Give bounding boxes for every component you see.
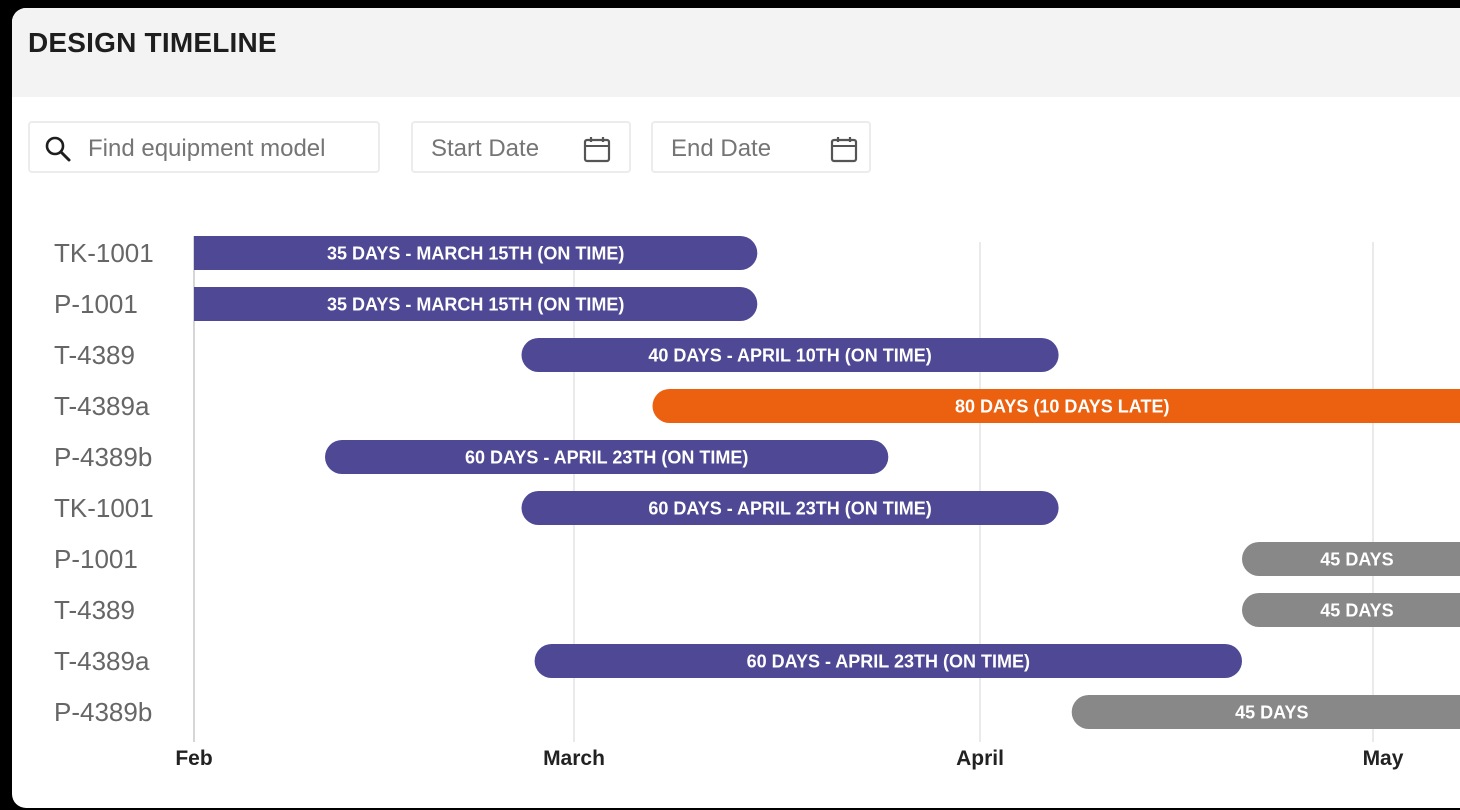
row-label: TK-1001 xyxy=(54,493,154,523)
row-label: P-1001 xyxy=(54,544,138,574)
bar-label: 80 DAYS (10 DAYS LATE) xyxy=(955,397,1169,417)
timeline-chart: Feb March April May TK-1001 35 DAYS - MARCH 1… xyxy=(54,236,1460,770)
row-label: T-4389 xyxy=(54,595,135,625)
axis-tick-label: March xyxy=(543,747,605,770)
row-label: T-4389a xyxy=(54,646,150,676)
axis-tick-label: Feb xyxy=(175,747,212,770)
bar-label: 60 DAYS - APRIL 23TH (ON TIME) xyxy=(747,652,1030,672)
bar-label: 35 DAYS - MARCH 15TH (ON TIME) xyxy=(327,295,624,315)
axis-tick-label: May xyxy=(1363,747,1404,770)
row-label: P-4389b xyxy=(54,697,152,727)
row-label: T-4389a xyxy=(54,391,150,421)
bar-label: 35 DAYS - MARCH 15TH (ON TIME) xyxy=(327,244,624,264)
bar-label: 45 DAYS xyxy=(1320,601,1393,621)
row-label: P-4389b xyxy=(54,442,152,472)
design-timeline-panel: DESIGN TIMELINE Find equipment model Sta… xyxy=(12,8,1460,808)
row-label: TK-1001 xyxy=(54,238,154,268)
bar-label: 45 DAYS xyxy=(1320,550,1393,570)
row-label: T-4389 xyxy=(54,340,135,370)
bar-label: 60 DAYS - APRIL 23TH (ON TIME) xyxy=(648,499,931,519)
bar-label: 40 DAYS - APRIL 10TH (ON TIME) xyxy=(648,346,931,366)
bar-label: 60 DAYS - APRIL 23TH (ON TIME) xyxy=(465,448,748,468)
axis-tick-label: April xyxy=(956,747,1004,770)
bar-label: 45 DAYS xyxy=(1235,703,1308,723)
row-label: P-1001 xyxy=(54,289,138,319)
